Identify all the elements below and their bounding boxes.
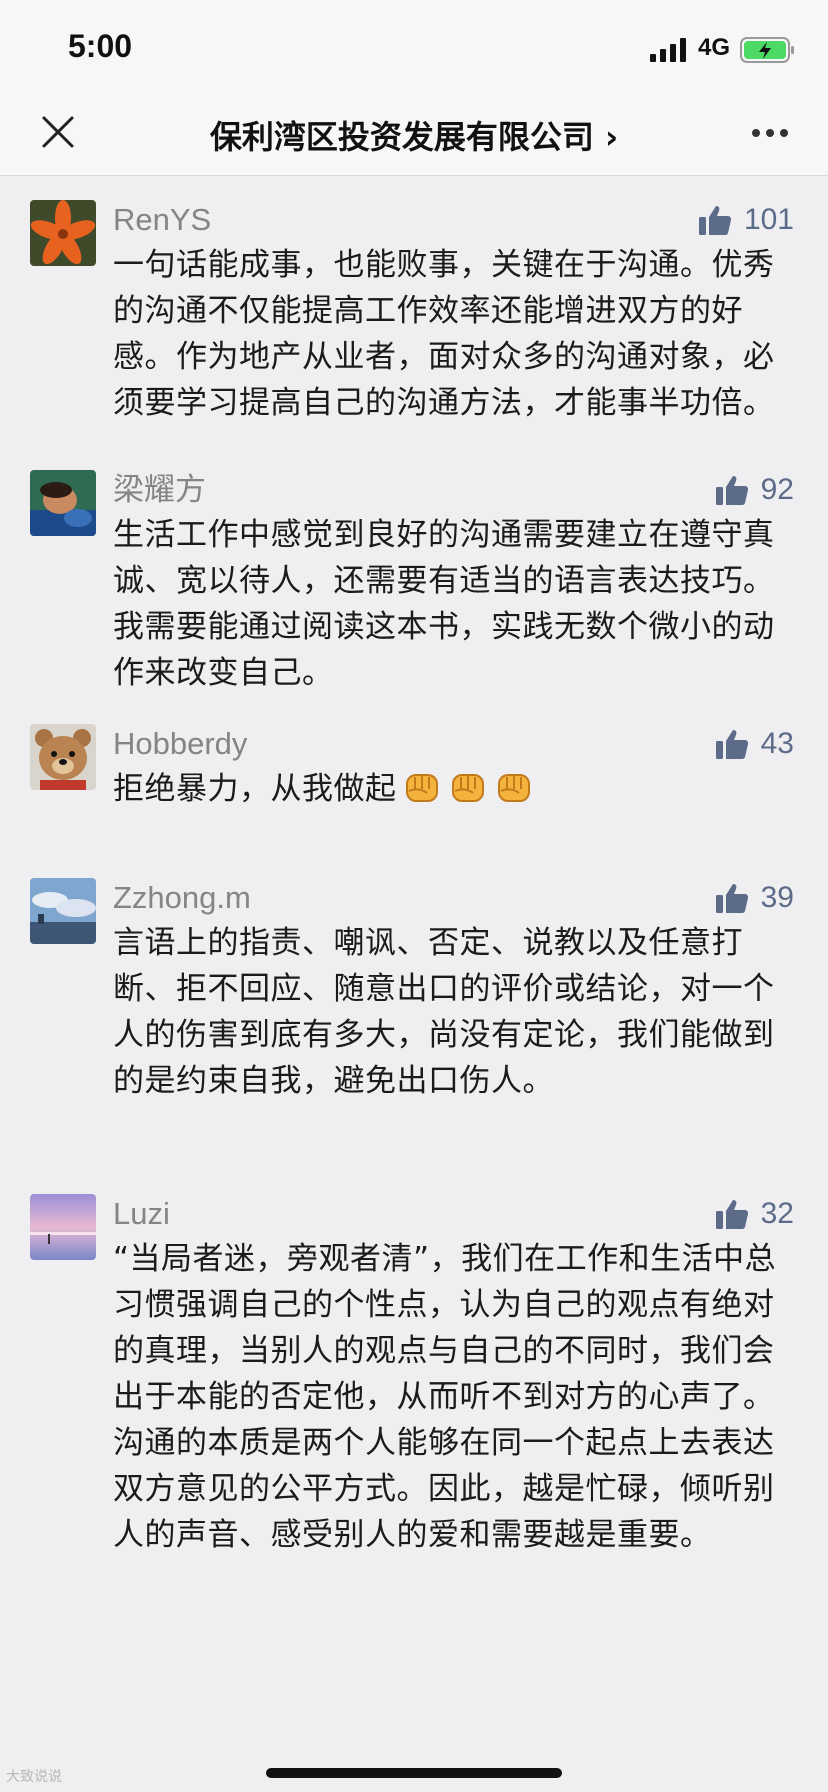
battery-charging-icon xyxy=(740,37,794,63)
comment-author[interactable]: RenYS xyxy=(113,200,211,240)
thumbs-up-icon xyxy=(715,730,748,759)
comment-text: 言语上的指责、嘲讽、否定、说教以及任意打断、拒不回应、随意出口的评价或结论，对一… xyxy=(113,925,775,1099)
thumbs-up-icon xyxy=(715,884,748,913)
status-time: 5:00 xyxy=(68,28,133,64)
comment-text: 拒绝暴力，从我做起 xyxy=(113,766,793,812)
avatar[interactable] xyxy=(30,200,96,266)
avatar[interactable] xyxy=(30,470,96,536)
fist-emoji-icon xyxy=(497,774,530,802)
avatar[interactable] xyxy=(30,724,96,790)
comment-author[interactable]: 梁耀方 xyxy=(113,470,206,510)
comment-text: 生活工作中感觉到良好的沟通需要建立在遵守真诚、宽以待人，还需要有适当的语言表达技… xyxy=(113,517,775,691)
like-button[interactable]: 32 xyxy=(715,1194,794,1234)
like-count: 43 xyxy=(760,727,794,760)
teddy-bear-avatar xyxy=(30,724,96,790)
fist-emoji-icon xyxy=(451,774,484,802)
comment-text: “当局者迷，旁观者清”，我们在工作和生活中总习惯强调自己的个性点，认为自己的观点… xyxy=(113,1241,777,1553)
comment-author[interactable]: Luzi xyxy=(113,1194,170,1234)
comment-text-content: 拒绝暴力，从我做起 xyxy=(113,771,397,807)
avatar[interactable] xyxy=(30,1194,96,1260)
thumbs-up-icon xyxy=(715,1200,748,1229)
watermark: 大致说说 xyxy=(6,1769,62,1785)
like-count: 101 xyxy=(743,203,794,236)
like-button[interactable]: 43 xyxy=(715,724,794,764)
comment-author[interactable]: Hobberdy xyxy=(113,724,247,764)
like-count: 39 xyxy=(760,881,794,914)
comment-author[interactable]: Zzhong.m xyxy=(113,878,251,918)
like-button[interactable]: 92 xyxy=(715,470,794,510)
thumbs-up-icon xyxy=(715,476,748,505)
sky-landscape-avatar xyxy=(30,878,96,944)
thumbs-up-icon xyxy=(698,206,732,235)
nav-bar: 保利湾区投资发展有限公司 › xyxy=(0,92,828,176)
network-label: 4G xyxy=(698,34,731,61)
like-button[interactable]: 39 xyxy=(715,878,794,918)
status-bar: 5:00 4G xyxy=(0,0,828,92)
like-count: 92 xyxy=(760,473,794,506)
fist-emoji-icon xyxy=(405,774,438,802)
more-icon[interactable] xyxy=(750,126,790,140)
orange-lily-avatar xyxy=(30,200,96,266)
close-icon[interactable] xyxy=(38,112,78,152)
like-button[interactable]: 101 xyxy=(698,200,794,240)
sleeping-person-avatar xyxy=(30,470,96,536)
purple-sunset-avatar xyxy=(30,1194,96,1260)
comment-text: 一句话能成事，也能败事，关键在于沟通。优秀的沟通不仅能提高工作效率还能增进双方的… xyxy=(113,247,775,421)
signal-icon xyxy=(650,38,686,62)
page-title[interactable]: 保利湾区投资发展有限公司 › xyxy=(150,112,678,158)
home-indicator[interactable] xyxy=(266,1768,562,1778)
avatar[interactable] xyxy=(30,878,96,944)
like-count: 32 xyxy=(760,1197,794,1230)
